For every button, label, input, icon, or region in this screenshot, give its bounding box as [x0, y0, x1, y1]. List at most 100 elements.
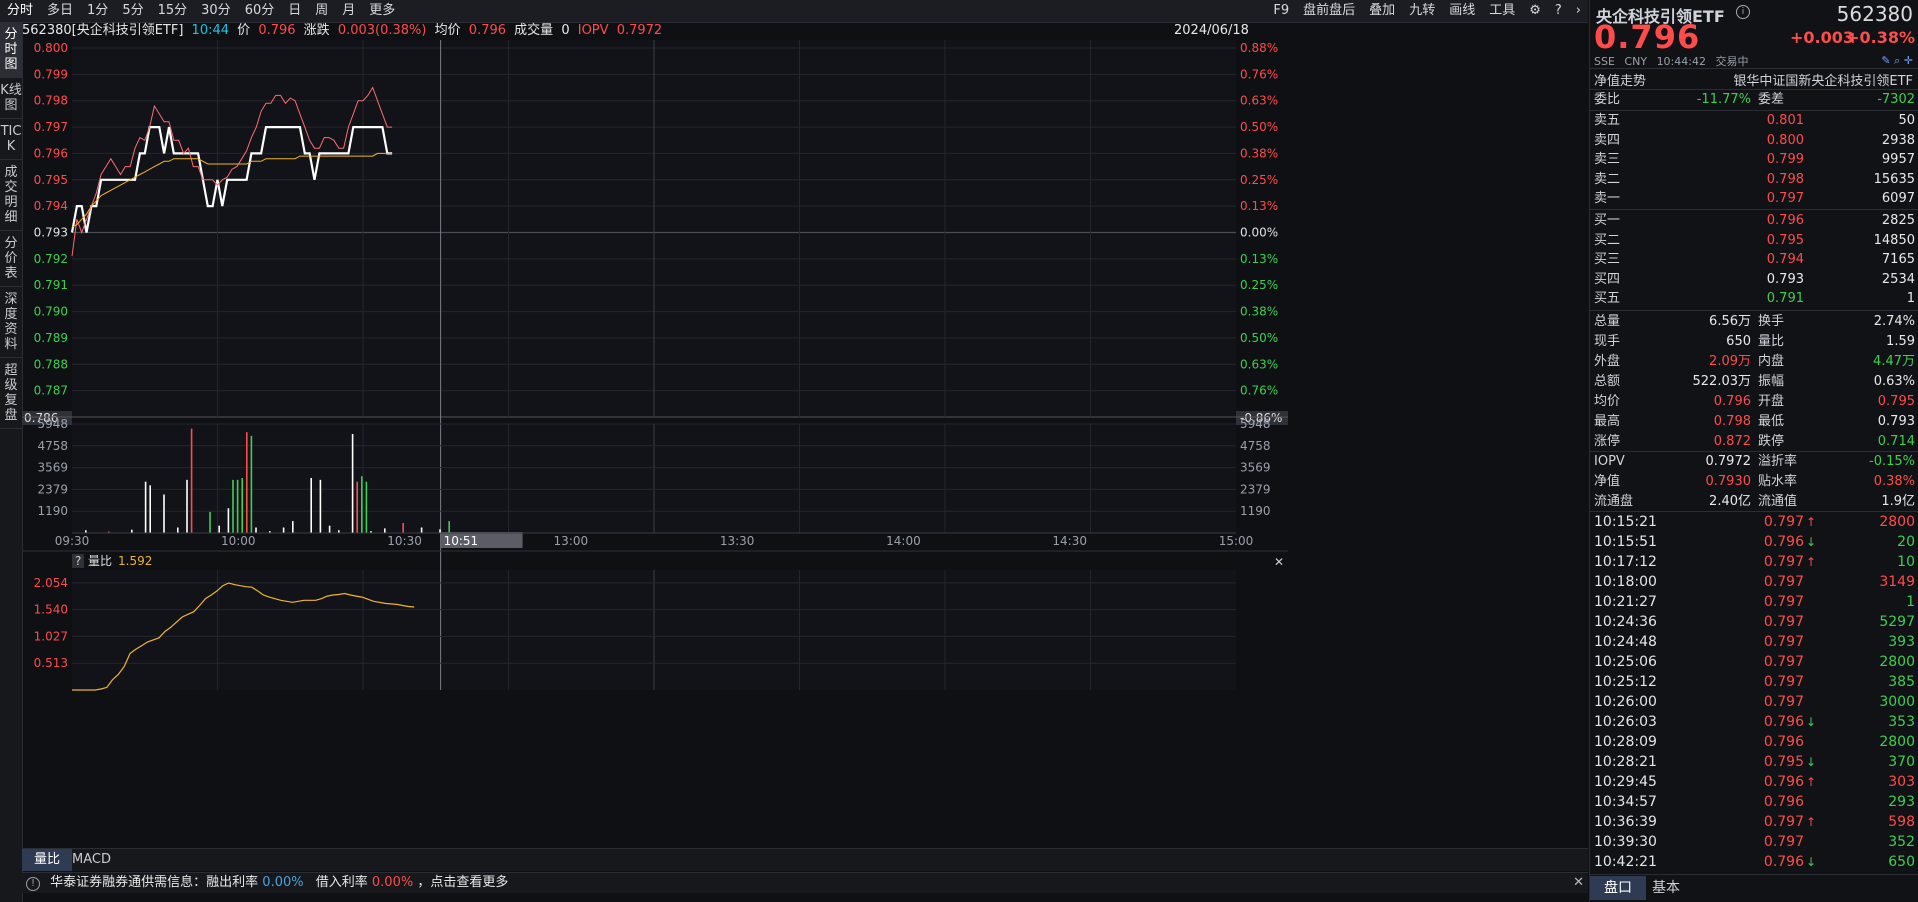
- toolbar-item-0[interactable]: F9: [1266, 0, 1296, 22]
- stat-label: 流通盘: [1594, 494, 1634, 509]
- stat-label: 净值: [1594, 474, 1621, 489]
- tab-macd[interactable]: MACD: [60, 849, 123, 871]
- left-tab-1[interactable]: K线图: [0, 78, 22, 119]
- stat-value: 0.714: [1877, 434, 1915, 449]
- tab-order-book[interactable]: 盘口: [1590, 876, 1646, 900]
- ask-price: 0.797: [1766, 191, 1804, 207]
- bid-price: 0.795: [1766, 232, 1804, 248]
- info-icon[interactable]: i: [1736, 5, 1750, 19]
- help-icon[interactable]: ?: [1548, 0, 1569, 22]
- stat-label: 内盘: [1758, 354, 1785, 369]
- period-2[interactable]: 1分: [80, 0, 115, 22]
- left-tab-0[interactable]: 分时图: [0, 22, 22, 78]
- stat-value: -0.15%: [1869, 454, 1915, 469]
- close-icon[interactable]: ✕: [1573, 873, 1584, 893]
- toolbar-icons[interactable]: ✎ ⌕ ✛: [1881, 54, 1913, 68]
- trade-time: 10:15:51: [1594, 534, 1657, 550]
- tab-basic[interactable]: 基本: [1652, 876, 1680, 900]
- y-left-tick: 0.798: [34, 94, 68, 108]
- ask-label: 卖二: [1594, 171, 1621, 187]
- ask-row[interactable]: 卖四 0.800 2938: [1594, 131, 1915, 150]
- trade-row: 10:17:12 0.797 ↑ 10: [1594, 552, 1915, 572]
- stat-label: 量比: [1758, 334, 1785, 349]
- stat-value: 0.798: [1713, 414, 1751, 429]
- exchange: SSE: [1594, 55, 1615, 68]
- period-8[interactable]: 周: [308, 0, 335, 22]
- close-icon[interactable]: ✕: [1274, 555, 1284, 569]
- y-left-tick: 0.794: [34, 199, 68, 213]
- ask-row[interactable]: 卖二 0.798 15635: [1594, 170, 1915, 189]
- chevron-right-icon[interactable]: ›: [1569, 0, 1588, 22]
- trade-row: 10:24:36 0.797 5297: [1594, 612, 1915, 632]
- intraday-chart[interactable]: 0.800 0.88% 0.799 0.76% 0.798 0.63% 0.797 0.50%…: [22, 40, 1288, 848]
- ask-row[interactable]: 卖一 0.797 6097: [1594, 189, 1915, 208]
- x-tick: 10:00: [221, 534, 256, 548]
- trade-volume: 352: [1888, 834, 1915, 850]
- toolbar-item-5[interactable]: 工具: [1482, 0, 1522, 22]
- period-1[interactable]: 多日: [40, 0, 80, 22]
- period-9[interactable]: 月: [335, 0, 362, 22]
- y-right-tick: 0.63%: [1240, 357, 1278, 371]
- bid-row[interactable]: 买三 0.794 7165: [1594, 250, 1915, 269]
- stat-value: 0.7972: [1705, 454, 1752, 469]
- stat-label: 最低: [1758, 414, 1785, 429]
- vol-right-tick: 5948: [1240, 417, 1271, 431]
- toolbar-item-4[interactable]: 画线: [1442, 0, 1482, 22]
- y-right-tick: 0.00%: [1240, 226, 1278, 240]
- x-tick: 09:30: [55, 534, 90, 548]
- y-right-tick: 0.76%: [1240, 384, 1278, 398]
- ask-label: 卖三: [1594, 152, 1621, 168]
- stat-value: 2.40亿: [1709, 494, 1751, 509]
- period-10[interactable]: 更多: [362, 0, 402, 22]
- ratio-tick: 1.540: [34, 603, 68, 617]
- stat-value: 2.74%: [1873, 314, 1915, 329]
- info-circle-icon: !: [26, 877, 40, 891]
- settings-icon[interactable]: ⚙: [1522, 0, 1548, 22]
- vol-right-tick: 4758: [1240, 439, 1271, 453]
- left-tab-5[interactable]: 深度资料: [0, 287, 22, 358]
- question-icon[interactable]: ?: [75, 554, 81, 568]
- y-left-tick: 0.796: [34, 146, 68, 160]
- period-0[interactable]: 分时: [0, 0, 40, 22]
- period-4[interactable]: 15分: [151, 0, 195, 22]
- period-5[interactable]: 30分: [194, 0, 238, 22]
- nav-trend-link[interactable]: 净值走势: [1594, 70, 1646, 89]
- bid-volume: 2825: [1881, 213, 1915, 228]
- stats2-row: 净值 0.7930 贴水率 0.38%: [1594, 472, 1915, 492]
- indicator-tabs: 量比 MACD: [22, 848, 1588, 871]
- trade-price: 0.796: [1763, 534, 1804, 550]
- trade-row: 10:39:30 0.797 352: [1594, 832, 1915, 852]
- stats-row: 总量 6.56万 换手 2.74%: [1594, 312, 1915, 332]
- y-right-tick: 0.13%: [1240, 199, 1278, 213]
- margin-info-bar[interactable]: ! 华泰证券融券通供需信息：融出利率 0.00% 借入利率 0.00% ，点击查…: [22, 872, 1588, 893]
- ask-row[interactable]: 卖五 0.801 50: [1594, 111, 1915, 130]
- left-tab-2[interactable]: TICK: [0, 119, 22, 160]
- trade-volume: 3000: [1879, 694, 1915, 710]
- bid-volume: 1: [1906, 291, 1915, 307]
- ask-label: 卖四: [1594, 132, 1621, 148]
- left-tab-6[interactable]: 超级复盘: [0, 358, 22, 429]
- trade-volume: 20: [1897, 534, 1915, 550]
- ask-row[interactable]: 卖三 0.799 9957: [1594, 150, 1915, 169]
- stats-row: 最高 0.798 最低 0.793: [1594, 412, 1915, 432]
- period-6[interactable]: 60分: [238, 0, 282, 22]
- left-tab-3[interactable]: 成交明细: [0, 160, 22, 231]
- trade-row: 10:15:21 0.797 ↑ 2800: [1594, 512, 1915, 532]
- period-7[interactable]: 日: [281, 0, 308, 22]
- trade-volume: 385: [1888, 674, 1915, 690]
- ask-price: 0.799: [1766, 152, 1804, 168]
- bid-row[interactable]: 买一 0.796 2825: [1594, 211, 1915, 230]
- bid-price: 0.793: [1766, 271, 1804, 287]
- left-tab-4[interactable]: 分价表: [0, 231, 22, 287]
- toolbar-item-2[interactable]: 叠加: [1362, 0, 1402, 22]
- toolbar-item-1[interactable]: 盘前盘后: [1296, 0, 1362, 22]
- toolbar-item-3[interactable]: 九转: [1402, 0, 1442, 22]
- y-right-tick: 0.50%: [1240, 331, 1278, 345]
- bid-row[interactable]: 买二 0.795 14850: [1594, 231, 1915, 250]
- bid-row[interactable]: 买四 0.793 2534: [1594, 270, 1915, 289]
- trade-row: 10:21:27 0.797 1: [1594, 592, 1915, 612]
- trade-time: 10:42:21: [1594, 854, 1657, 870]
- panel-code: 562380: [1836, 2, 1913, 26]
- period-3[interactable]: 5分: [115, 0, 150, 22]
- bid-row[interactable]: 买五 0.791 1: [1594, 289, 1915, 308]
